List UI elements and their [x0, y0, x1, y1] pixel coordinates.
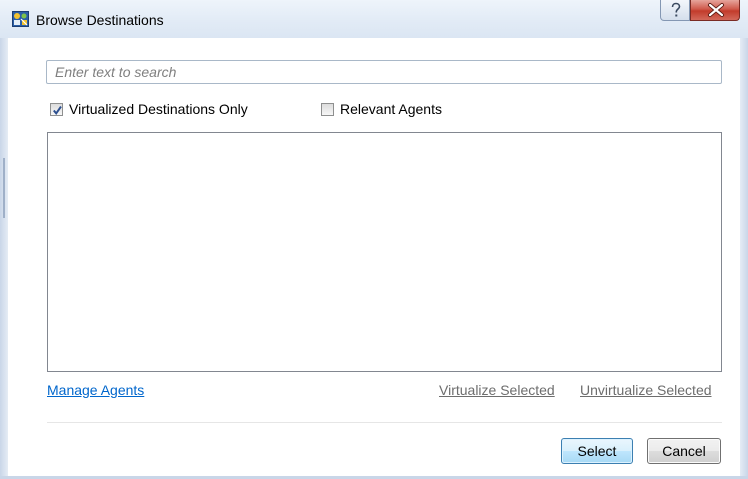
help-button[interactable] [660, 0, 690, 21]
destinations-app-icon [12, 11, 29, 27]
relevant-agents-label: Relevant Agents [340, 101, 442, 117]
virtualize-selected-link[interactable]: Virtualize Selected [439, 382, 555, 398]
close-button[interactable] [690, 0, 740, 21]
search-input[interactable] [46, 60, 722, 84]
virtualized-only-label: Virtualized Destinations Only [69, 101, 248, 117]
destinations-list[interactable] [47, 132, 722, 372]
checkbox-relevant-agents[interactable] [321, 102, 334, 116]
checkmark-icon [53, 105, 62, 115]
virtualized-destinations-only-checkbox[interactable]: Virtualized Destinations Only [50, 101, 248, 117]
window-frame-left [0, 38, 8, 479]
browse-destinations-dialog: Browse Destinations Enter text to search… [0, 0, 748, 479]
cancel-button[interactable]: Cancel [647, 438, 721, 464]
select-button[interactable]: Select [561, 438, 633, 464]
window-frame-right [740, 38, 748, 479]
window-title: Browse Destinations [36, 12, 164, 28]
unvirtualize-selected-link[interactable]: Unvirtualize Selected [580, 382, 712, 398]
divider [47, 422, 722, 423]
relevant-agents-checkbox[interactable]: Relevant Agents [321, 101, 442, 117]
resize-grip[interactable] [3, 158, 5, 218]
manage-agents-link[interactable]: Manage Agents [47, 382, 144, 398]
checkbox-virtualized-only[interactable] [50, 102, 63, 116]
title-bar[interactable]: Browse Destinations [0, 0, 748, 38]
